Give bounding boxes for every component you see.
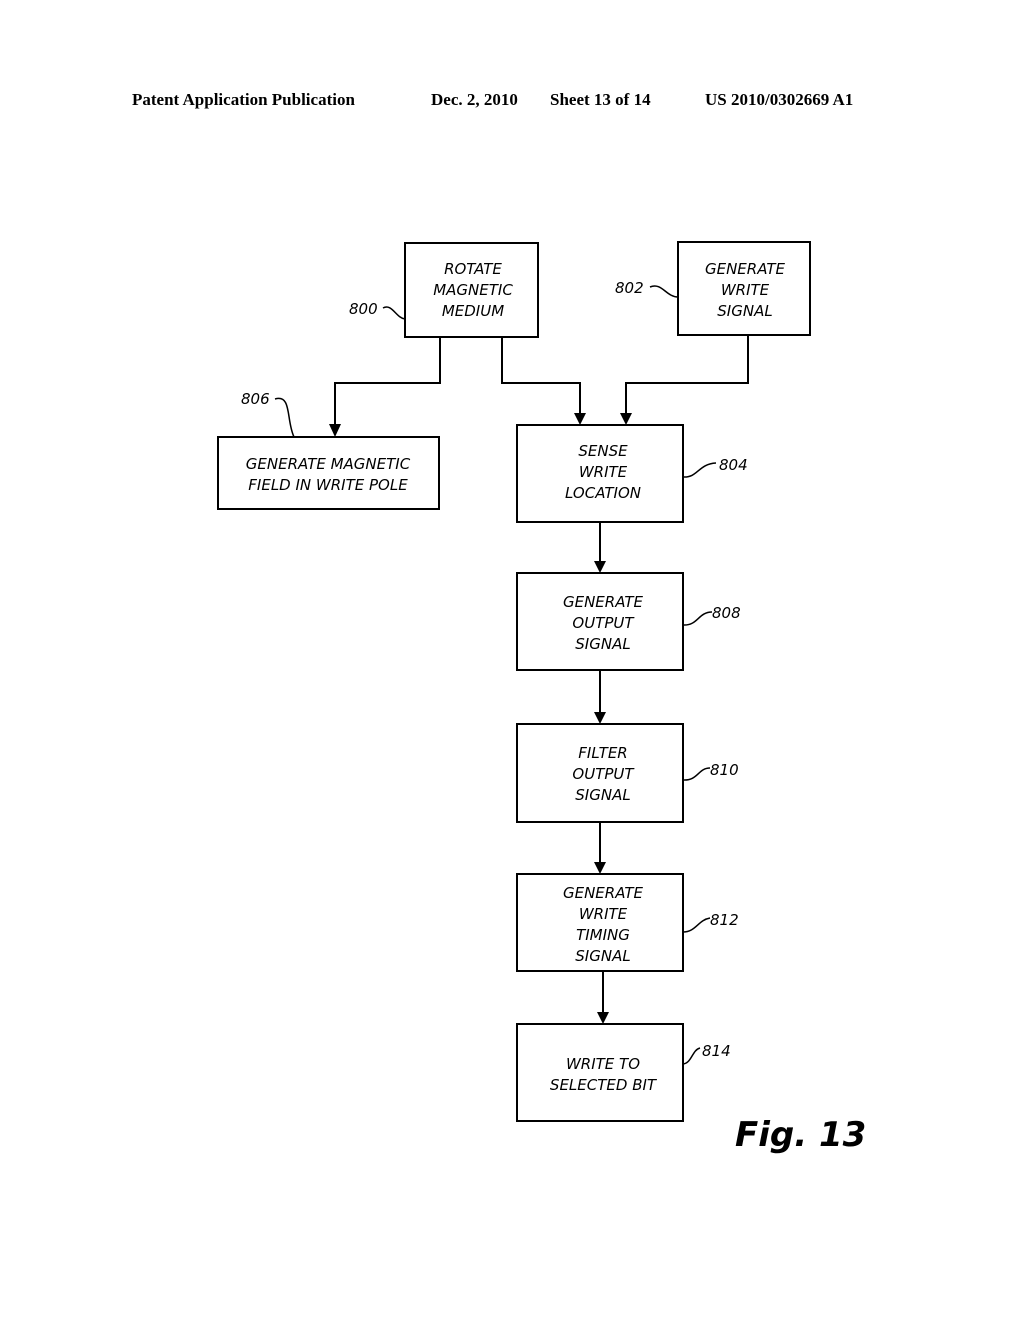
step-810: FILTER OUTPUT SIGNAL 810: [516, 723, 739, 823]
step-800: ROTATE MAGNETIC MEDIUM 800: [349, 242, 539, 338]
step-802-line-1: GENERATE: [705, 260, 786, 278]
step-810-line-1: FILTER: [578, 744, 627, 762]
step-804-line-3: LOCATION: [565, 484, 641, 502]
ref-804: 804: [719, 456, 748, 474]
step-800-line-3: MEDIUM: [442, 302, 504, 320]
leader-800: [382, 306, 406, 320]
ref-810: 810: [710, 761, 739, 779]
step-808-line-3: SIGNAL: [575, 635, 630, 653]
ref-806: 806: [241, 390, 270, 408]
step-812-line-2: WRITE: [579, 905, 628, 923]
leader-804: [682, 462, 717, 478]
step-814-line-2: SELECTED BIT: [550, 1076, 658, 1094]
step-800-line-2: MAGNETIC: [433, 281, 513, 299]
step-814: WRITE TO SELECTED BIT 814: [516, 1023, 731, 1122]
leader-812: [682, 917, 711, 933]
step-804-line-1: SENSE: [578, 442, 628, 460]
step-812-line-1: GENERATE: [563, 884, 644, 902]
leader-802: [649, 285, 679, 298]
edge-800-806: [334, 337, 441, 428]
leader-808: [682, 611, 713, 626]
flowchart: ROTATE MAGNETIC MEDIUM 800 GENERATE WRIT…: [217, 241, 866, 1155]
ref-812: 812: [710, 911, 739, 929]
edge-800-804: [501, 337, 581, 418]
arrowhead-icon: [594, 561, 606, 573]
arrowhead-icon: [329, 424, 341, 437]
step-806-line-2: FIELD IN WRITE POLE: [248, 476, 408, 494]
ref-802: 802: [615, 279, 644, 297]
step-808: GENERATE OUTPUT SIGNAL 808: [516, 572, 741, 671]
step-808-line-1: GENERATE: [563, 593, 644, 611]
step-802-line-2: WRITE: [721, 281, 770, 299]
step-812-line-4: SIGNAL: [575, 947, 630, 965]
step-812: GENERATE WRITE TIMING SIGNAL 812: [516, 873, 739, 972]
arrowhead-icon: [594, 862, 606, 874]
figure-label: Fig. 13: [735, 1115, 866, 1155]
arrowhead-icon: [594, 712, 606, 724]
leader-810: [682, 767, 711, 781]
step-806: GENERATE MAGNETIC FIELD IN WRITE POLE 80…: [217, 390, 440, 510]
step-810-line-3: SIGNAL: [575, 786, 630, 804]
step-810-line-2: OUTPUT: [572, 765, 635, 783]
step-808-line-2: OUTPUT: [572, 614, 635, 632]
step-806-line-1: GENERATE MAGNETIC: [246, 455, 411, 473]
leader-806: [274, 397, 295, 438]
step-804: SENSE WRITE LOCATION 804: [516, 424, 748, 523]
arrowhead-icon: [597, 1012, 609, 1024]
step-812-line-3: TIMING: [576, 926, 630, 944]
ref-808: 808: [712, 604, 741, 622]
step-804-line-2: WRITE: [579, 463, 628, 481]
step-800-line-1: ROTATE: [444, 260, 502, 278]
step-814-line-1: WRITE TO: [566, 1055, 640, 1073]
arrowhead-icon: [620, 413, 632, 425]
step-802-line-3: SIGNAL: [717, 302, 772, 320]
ref-814: 814: [702, 1042, 731, 1060]
leader-814: [682, 1047, 701, 1065]
arrowhead-icon: [574, 413, 586, 425]
edge-802-804: [625, 335, 749, 418]
ref-800: 800: [349, 300, 378, 318]
step-802: GENERATE WRITE SIGNAL 802: [615, 241, 811, 336]
